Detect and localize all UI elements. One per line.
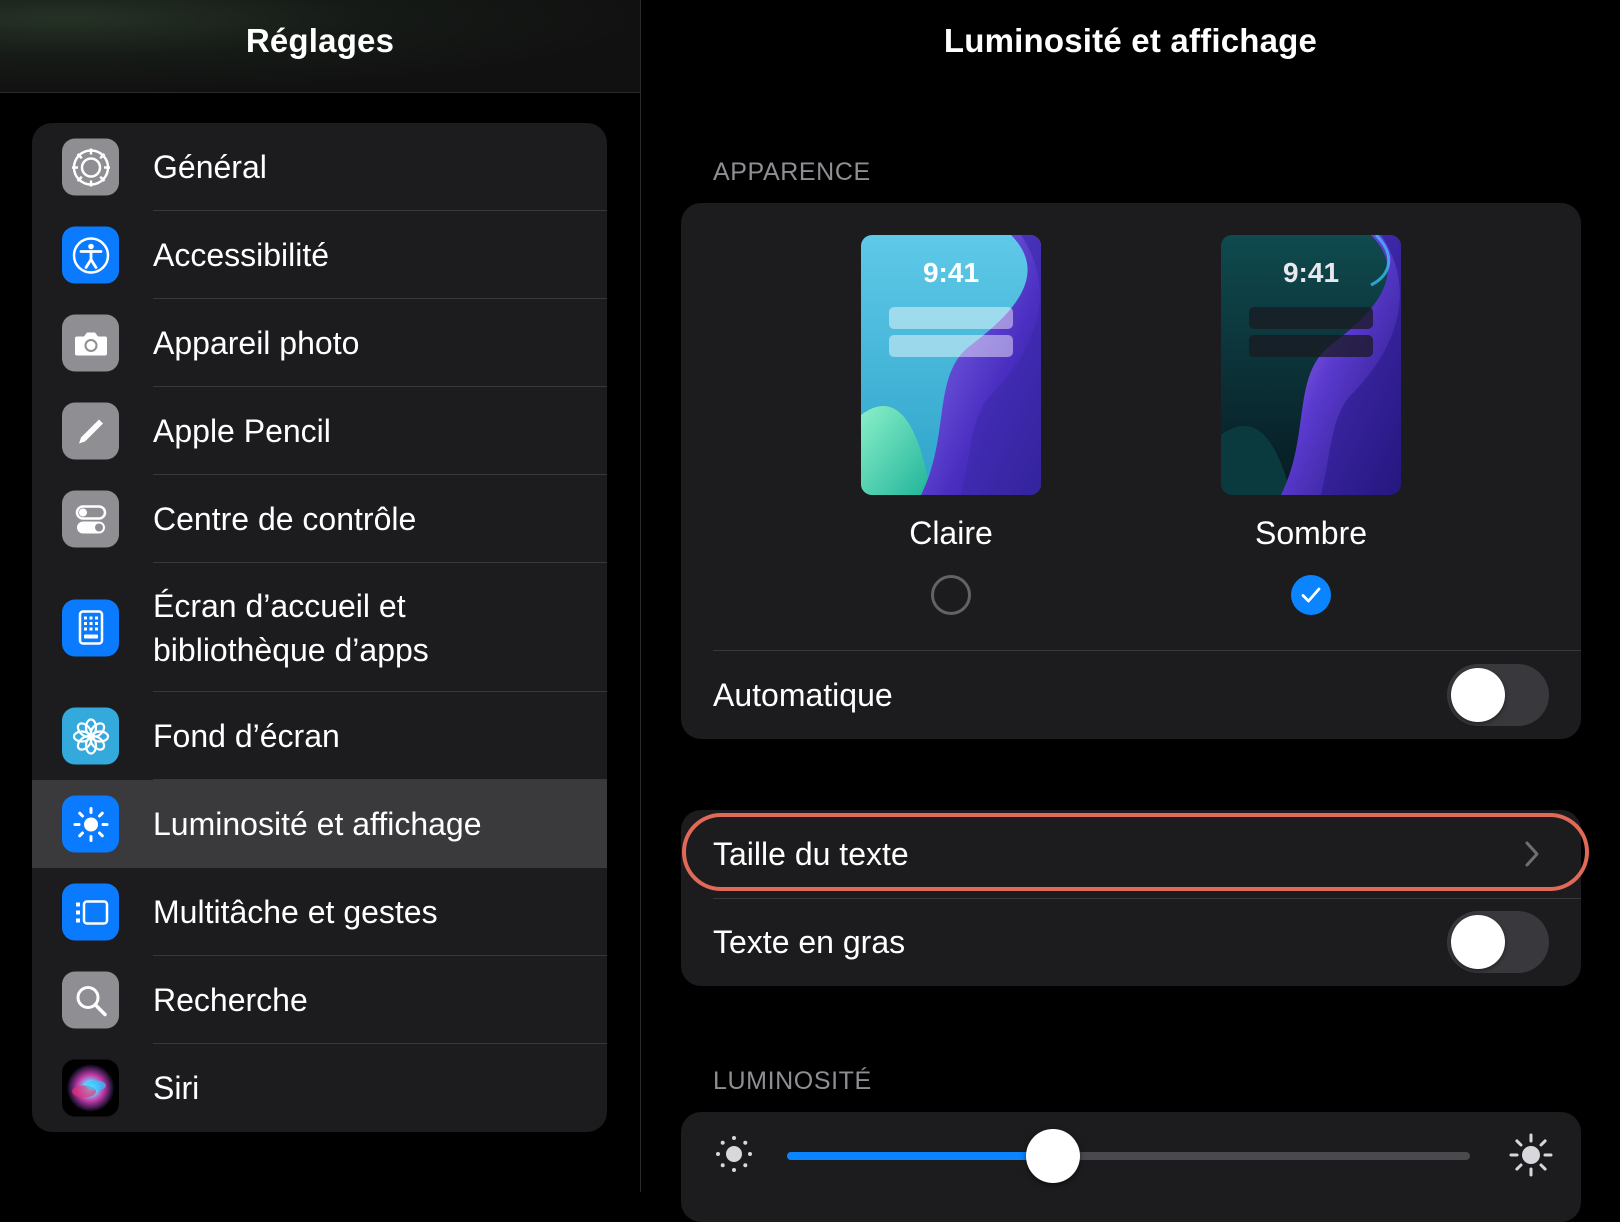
toggle-knob: [1451, 668, 1505, 722]
appearance-section-header: APPARENCE: [713, 158, 871, 186]
dark-mode-label: Sombre: [1254, 515, 1368, 551]
light-preview-time: 9:41: [922, 257, 980, 288]
dark-mode-option[interactable]: 9:41 Sombre: [1221, 235, 1401, 615]
sidebar-item-accessibility[interactable]: Accessibilité: [32, 211, 607, 299]
sidebar-item-label: Multitâche et gestes: [153, 894, 438, 930]
light-mode-preview[interactable]: 9:41: [861, 235, 1041, 495]
sidebar-item-multitasking[interactable]: Multitâche et gestes: [32, 868, 607, 956]
automatic-toggle[interactable]: [1447, 664, 1549, 726]
brightness-group: [681, 1112, 1581, 1222]
sidebar-header: Réglages: [0, 0, 640, 93]
gear-icon: [62, 138, 119, 196]
sidebar-item-search[interactable]: Recherche: [32, 956, 607, 1044]
siri-icon: [62, 1059, 119, 1117]
sidebar-list: Général Accessibilité Appareil photo App…: [32, 123, 607, 1132]
sidebar-item-label: Général: [153, 149, 267, 185]
sidebar-item-label: Fond d’écran: [153, 718, 340, 754]
sidebar-item-label: Recherche: [153, 982, 308, 1018]
bold-text-label: Texte en gras: [713, 923, 906, 960]
light-mode-radio[interactable]: [931, 575, 971, 615]
sidebar-item-wallpaper[interactable]: Fond d’écran: [32, 692, 607, 780]
sun-large-icon: [1509, 1133, 1553, 1177]
page-title: Luminosité et affichage: [943, 22, 1318, 59]
light-mode-option[interactable]: 9:41 Claire: [861, 235, 1041, 615]
camera-icon: [62, 314, 119, 372]
sidebar-item-label: Appareil photo: [153, 325, 360, 361]
sidebar-item-home-screen[interactable]: Écran d’accueil et bibliothèque d’apps: [32, 563, 607, 692]
dark-mode-preview[interactable]: 9:41: [1221, 235, 1401, 495]
sidebar-item-control-center[interactable]: Centre de contrôle: [32, 475, 607, 563]
sidebar-item-brightness-display[interactable]: Luminosité et affichage: [32, 780, 607, 868]
sidebar-item-label: Apple Pencil: [153, 413, 331, 449]
sidebar-item-camera[interactable]: Appareil photo: [32, 299, 607, 387]
appearance-group: 9:41 Claire 9:41 Sombre Automatique: [681, 203, 1581, 739]
brightness-section-header: LUMINOSITÉ: [713, 1067, 872, 1095]
sun-icon: [62, 795, 119, 853]
sidebar-item-label: Centre de contrôle: [153, 501, 417, 537]
brightness-slider-fill: [787, 1152, 1054, 1160]
flower-icon: [62, 707, 119, 765]
text-size-highlight: [682, 813, 1589, 891]
dark-preview-time: 9:41: [1282, 257, 1340, 288]
sidebar-item-apple-pencil[interactable]: Apple Pencil: [32, 387, 607, 475]
sidebar-title: Réglages: [245, 22, 395, 59]
accessibility-icon: [62, 226, 119, 284]
light-mode-label: Claire: [909, 515, 993, 551]
dark-mode-radio[interactable]: [1291, 575, 1331, 615]
toggle-knob: [1451, 915, 1505, 969]
detail-pane: Luminosité et affichage APPARENCE 9:41 C…: [641, 0, 1620, 1222]
sidebar-item-label: Luminosité et affichage: [153, 806, 482, 842]
toggles-icon: [62, 490, 119, 548]
sidebar-item-label: Siri: [153, 1070, 200, 1106]
automatic-row: Automatique: [681, 651, 1581, 739]
search-icon: [62, 971, 119, 1029]
brightness-slider-thumb[interactable]: [1026, 1129, 1081, 1183]
sidebar-item-label: Accessibilité: [153, 237, 330, 273]
bold-text-toggle[interactable]: [1447, 911, 1549, 973]
sidebar-item-label: Écran d’accueil et bibliothèque d’apps: [153, 587, 429, 668]
automatic-label: Automatique: [713, 676, 893, 713]
sidebar-item-general[interactable]: Général: [32, 123, 607, 211]
bold-text-row: Texte en gras: [681, 898, 1581, 986]
sun-small-icon: [716, 1136, 752, 1172]
sidebar: Réglages Général Accessibilité Appareil …: [0, 0, 641, 1192]
home-screen-icon: [62, 599, 119, 656]
sidebar-item-siri[interactable]: Siri: [32, 1044, 607, 1132]
pencil-icon: [62, 402, 119, 460]
checkmark-icon: [1301, 587, 1321, 603]
brightness-slider[interactable]: [787, 1129, 1470, 1183]
multitask-icon: [62, 883, 119, 941]
